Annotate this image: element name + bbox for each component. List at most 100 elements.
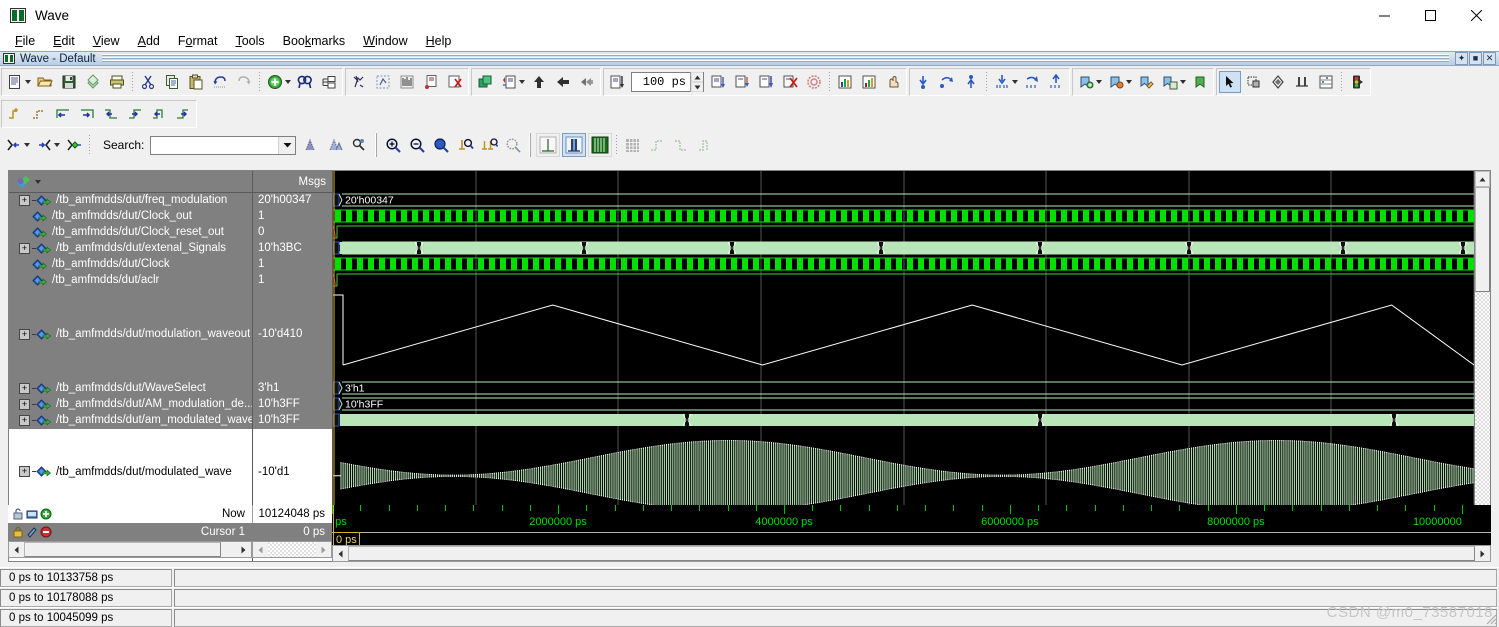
run-icon[interactable] [498,71,520,93]
menu-format[interactable]: Format [169,32,227,50]
zoom-cursor-icon[interactable] [454,134,476,156]
hscroll-thumb[interactable] [24,542,221,557]
wave-vertical-scrollbar[interactable] [1474,171,1490,561]
traffic-light-icon[interactable] [1346,71,1368,93]
mdi-drag-grip[interactable] [102,54,1449,63]
menu-bookmarks[interactable]: Bookmarks [274,32,355,50]
restart-sim-icon[interactable] [803,71,825,93]
new-doc-icon[interactable] [4,71,26,93]
step-back-icon[interactable] [552,71,574,93]
zoom-in-icon[interactable] [382,134,404,156]
spinner-up[interactable] [691,72,703,82]
step-up-icon[interactable] [528,71,550,93]
print-icon[interactable] [106,71,128,93]
add-cursor-icon[interactable] [40,508,52,520]
delete-bookmark-icon[interactable] [1189,71,1211,93]
properties-icon[interactable] [318,71,340,93]
find-icon[interactable] [294,71,316,93]
find-next-transition-icon[interactable] [936,71,958,93]
goto-bookmark-icon[interactable] [1105,71,1127,93]
search-input[interactable] [151,137,278,154]
next-event-dropdown-icon[interactable] [1012,80,1018,84]
prev-event-end-icon[interactable] [1045,71,1067,93]
save-icon[interactable] [58,71,80,93]
close-button[interactable] [1453,0,1499,30]
signal-name-row[interactable]: +/tb_amfmdds/dut/WaveSelect [9,381,252,395]
expand-toggle[interactable]: + [19,415,30,426]
add-bookmark-icon[interactable] [1075,71,1097,93]
wave-edit-falling-icon[interactable] [100,103,122,125]
wave-edit-insert-icon[interactable] [4,103,26,125]
run-icon2[interactable] [707,71,729,93]
hscroll-track[interactable] [24,542,236,557]
chevron-down-icon[interactable] [35,180,41,184]
insert-cursor-icon[interactable] [912,71,934,93]
scroll-track[interactable] [1475,187,1490,545]
redo-icon[interactable] [233,71,255,93]
edit-cursor-icon[interactable] [26,508,38,520]
signal-name-row[interactable]: +/tb_amfmdds/dut/modulated_wave [9,429,252,514]
copy-icon[interactable] [161,71,183,93]
collapse-all-icon[interactable] [33,134,55,156]
wave-edit-right-icon[interactable] [76,103,98,125]
minimize-button[interactable] [1361,0,1407,30]
wave-edit-extend-icon[interactable] [172,103,194,125]
menu-file[interactable]: File [6,32,44,50]
spinner-down[interactable] [691,82,703,92]
save-bookmark-dropdown-icon[interactable] [1180,80,1186,84]
timeline-area[interactable]: 0 ps2000000 ps4000000 ps6000000 ps800000… [332,505,1491,562]
window-resize-grip[interactable] [1483,611,1497,625]
compare-icon[interactable] [1291,71,1313,93]
mdi-close-button[interactable]: ✕ [1483,52,1496,65]
expand-toggle[interactable]: + [19,399,30,410]
collapse-dropdown-icon[interactable] [54,143,60,147]
edit-bookmark-icon[interactable] [1135,71,1157,93]
memory-icon[interactable] [858,71,880,93]
signal-name-row[interactable]: /tb_amfmdds/dut/Clock [9,257,252,271]
run-length-icon[interactable] [606,71,628,93]
toggle-leaf-icon[interactable] [63,134,85,156]
menu-window[interactable]: Window [354,32,416,50]
analog-backstep-mode-icon[interactable] [588,133,612,157]
signal-name-row[interactable]: +/tb_amfmdds/dut/extenal_Signals [9,241,252,255]
group-icon[interactable] [474,71,496,93]
wave-chart-icon[interactable] [834,71,856,93]
signal-name-row[interactable]: +/tb_amfmdds/dut/AM_modulation_de... [9,397,252,411]
maximize-button[interactable] [1407,0,1453,30]
expand-toggle[interactable]: + [19,243,30,254]
edit-mode-icon[interactable] [1267,71,1289,93]
hscroll-track[interactable] [348,546,1475,561]
expand-toggle[interactable]: + [19,383,30,394]
goto-bookmark-dropdown-icon[interactable] [1126,80,1132,84]
names-horizontal-scrollbar[interactable] [8,541,252,558]
search-combo[interactable] [150,136,296,155]
search-options-icon[interactable] [348,134,370,156]
grid-both-icon[interactable] [693,134,715,156]
reload-icon[interactable] [82,71,104,93]
signal-name-row[interactable]: /tb_amfmdds/dut/aclr [9,273,252,287]
run-length-input[interactable] [632,73,690,91]
signal-name-row[interactable]: /tb_amfmdds/dut/Clock_reset_out [9,225,252,239]
hscroll-thumb[interactable] [348,546,1475,561]
restart-icon[interactable] [420,71,442,93]
scroll-left-button[interactable] [333,546,348,561]
continue-icon[interactable] [576,71,598,93]
signal-name-row[interactable]: +/tb_amfmdds/dut/modulation_waveout [9,289,252,379]
cut-icon[interactable] [137,71,159,93]
wave-edit-stretch-icon[interactable] [28,103,50,125]
config-icon[interactable] [1315,71,1337,93]
run-length-spinner[interactable] [690,72,703,92]
wave-horizontal-scrollbar[interactable] [332,545,1491,562]
zoom-mode-icon[interactable] [1243,71,1265,93]
wave-edit-rising-icon[interactable] [124,103,146,125]
expand-dropdown-icon[interactable] [24,143,30,147]
mdi-restore-button[interactable]: ✦ [1455,52,1468,65]
menu-help[interactable]: Help [417,32,461,50]
continue-run-icon[interactable] [731,71,753,93]
scroll-right-button[interactable] [236,542,251,557]
lock-icon[interactable] [12,526,24,538]
run-dropdown-icon[interactable] [519,80,525,84]
cursor1-row[interactable]: Cursor 1 [8,523,252,541]
grid-icon[interactable] [621,134,643,156]
expand-all-icon[interactable] [3,134,25,156]
